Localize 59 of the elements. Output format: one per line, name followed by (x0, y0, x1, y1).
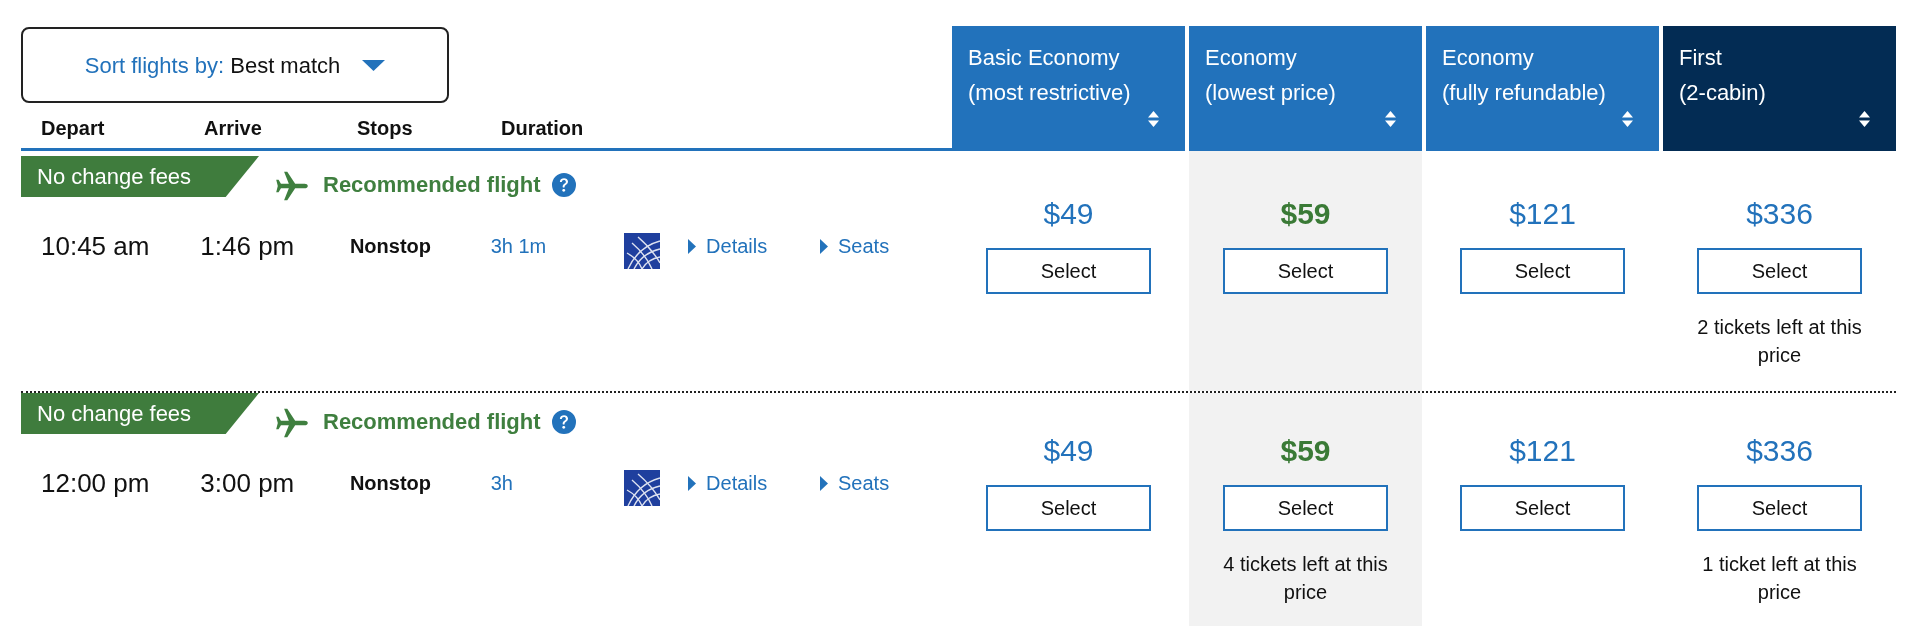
price-text: $121 (1509, 196, 1576, 232)
caret-icon (820, 475, 829, 491)
select-button[interactable]: Select (986, 248, 1151, 294)
details-link[interactable]: Details (688, 468, 768, 498)
select-button[interactable]: Select (1460, 485, 1625, 531)
sort-icon (1622, 110, 1633, 128)
stops-text: Nonstop (349, 235, 431, 257)
recommended-label: Recommended flight (323, 171, 541, 199)
select-button[interactable]: Select (1697, 248, 1862, 294)
airplane-icon (275, 171, 309, 201)
fare-column-header[interactable]: Economy (lowest price) (1189, 26, 1422, 151)
help-icon[interactable] (551, 410, 576, 434)
duration-link[interactable]: 3h 1m (490, 235, 547, 257)
select-button[interactable]: Select (986, 485, 1151, 531)
availability-note: 4 tickets left at this price (1222, 552, 1389, 605)
select-button[interactable]: Select (1697, 485, 1862, 531)
depart-time: 12:00 pm (41, 468, 150, 498)
fare-column-header[interactable]: First (2-cabin) (1663, 26, 1896, 151)
seats-link[interactable]: Seats (820, 231, 890, 261)
sort-icon (1148, 110, 1159, 128)
recommended-label: Recommended flight (323, 408, 541, 436)
globe-logo-icon (623, 233, 660, 269)
airplane-icon (275, 408, 309, 438)
sort-icon (1385, 110, 1396, 128)
depart-time: 10:45 am (41, 231, 150, 261)
caret-icon (688, 238, 697, 254)
seats-link[interactable]: Seats (820, 468, 890, 498)
price-text: $49 (1043, 196, 1094, 232)
column-header: Stops (357, 116, 413, 139)
fee-badge: No change fees (21, 156, 259, 197)
column-header: Depart (41, 116, 105, 139)
price-text: $121 (1509, 433, 1576, 469)
availability-note: 2 tickets left at this price (1696, 315, 1863, 368)
column-header: Arrive (204, 116, 262, 139)
fee-badge: No change fees (21, 393, 259, 434)
sort-dropdown[interactable]: Sort flights by: Best match (21, 27, 449, 103)
select-button[interactable]: Select (1223, 485, 1388, 531)
details-link[interactable]: Details (688, 231, 768, 261)
fare-column-header[interactable]: Economy (fully refundable) (1426, 26, 1659, 151)
duration-link[interactable]: 3h (490, 472, 513, 494)
select-button[interactable]: Select (1460, 248, 1625, 294)
price-text: $59 (1280, 433, 1331, 469)
caret-icon (820, 238, 829, 254)
help-icon[interactable] (551, 173, 576, 197)
price-text: $49 (1043, 433, 1094, 469)
select-button[interactable]: Select (1223, 248, 1388, 294)
arrive-time: 1:46 pm (200, 231, 295, 261)
column-header: Duration (501, 116, 584, 139)
availability-note: 1 ticket left at this price (1701, 552, 1858, 605)
price-text: $59 (1280, 196, 1331, 232)
caret-icon (688, 475, 697, 491)
fare-column-header[interactable]: Basic Economy (most restrictive) (952, 26, 1185, 151)
stops-text: Nonstop (349, 472, 431, 494)
arrive-time: 3:00 pm (200, 468, 295, 498)
globe-logo-icon (623, 470, 660, 506)
price-text: $336 (1746, 196, 1813, 232)
sort-icon (1859, 110, 1870, 128)
caret-icon (362, 59, 386, 71)
price-text: $336 (1746, 433, 1813, 469)
